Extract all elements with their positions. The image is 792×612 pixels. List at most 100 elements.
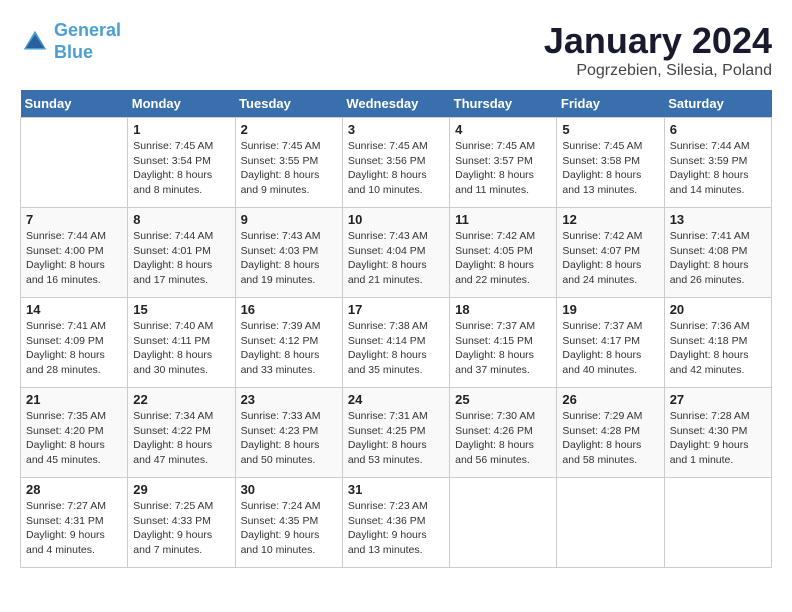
day-number: 29 (133, 482, 229, 497)
day-cell: 19 Sunrise: 7:37 AMSunset: 4:17 PMDayligh… (557, 298, 664, 388)
week-row-5: 28Sunrise: 7:27 AMSunset: 4:31 PMDayligh… (21, 478, 772, 568)
day-number: 6 (670, 122, 766, 137)
day-cell: 13Sunrise: 7:41 AMSunset: 4:08 PMDayligh… (664, 208, 771, 298)
day-cell: 23Sunrise: 7:33 AMSunset: 4:23 PMDayligh… (235, 388, 342, 478)
day-number: 9 (241, 212, 337, 227)
day-info: Sunrise: 7:44 AMSunset: 3:59 PMDaylight:… (670, 139, 766, 198)
day-info: Sunrise: 7:42 AMSunset: 4:07 PMDaylight:… (562, 229, 658, 288)
day-cell: 22 Sunrise: 7:34 AMSunset: 4:22 PMDayligh… (128, 388, 235, 478)
day-number: 4 (455, 122, 551, 137)
day-cell: 16 Sunrise: 7:39 AMSunset: 4:12 PMDayligh… (235, 298, 342, 388)
day-cell: 31 Sunrise: 7:23 AMSunset: 4:36 PMDayligh… (342, 478, 449, 568)
day-number: 21 (26, 392, 122, 407)
day-cell: 28Sunrise: 7:27 AMSunset: 4:31 PMDayligh… (21, 478, 128, 568)
day-info: Sunrise: 7:38 AMSunset: 4:14 PMDaylight:… (348, 319, 444, 378)
day-number: 30 (241, 482, 337, 497)
day-info: Sunrise: 7:29 AMSunset: 4:28 PMDaylight:… (562, 409, 658, 468)
page-title: January 2024 (544, 20, 772, 62)
day-cell: 6 Sunrise: 7:44 AMSunset: 3:59 PMDaylight… (664, 118, 771, 208)
day-cell: 2 Sunrise: 7:45 AMSunset: 3:55 PMDaylight… (235, 118, 342, 208)
day-cell: 25Sunrise: 7:30 AMSunset: 4:26 PMDayligh… (450, 388, 557, 478)
day-number: 24 (348, 392, 444, 407)
day-info: Sunrise: 7:39 AMSunset: 4:12 PMDaylight:… (241, 319, 337, 378)
day-number: 22 (133, 392, 229, 407)
day-cell (664, 478, 771, 568)
page-subtitle: Pogrzebien, Silesia, Poland (544, 62, 772, 80)
day-cell: 29 Sunrise: 7:25 AMSunset: 4:33 PMDayligh… (128, 478, 235, 568)
day-cell: 11Sunrise: 7:42 AMSunset: 4:05 PMDayligh… (450, 208, 557, 298)
day-info: Sunrise: 7:45 AMSunset: 3:54 PMDaylight:… (133, 139, 229, 198)
header-cell-tuesday: Tuesday (235, 90, 342, 118)
day-info: Sunrise: 7:23 AMSunset: 4:36 PMDaylight:… (348, 499, 444, 558)
day-number: 17 (348, 302, 444, 317)
day-number: 14 (26, 302, 122, 317)
logo-line1: General (54, 20, 121, 40)
logo-text: General Blue (54, 20, 121, 63)
day-number: 15 (133, 302, 229, 317)
day-cell: 3Sunrise: 7:45 AMSunset: 3:56 PMDaylight… (342, 118, 449, 208)
week-row-3: 14 Sunrise: 7:41 AMSunset: 4:09 PMDayligh… (21, 298, 772, 388)
day-info: Sunrise: 7:28 AMSunset: 4:30 PMDaylight:… (670, 409, 766, 468)
header-cell-wednesday: Wednesday (342, 90, 449, 118)
week-row-1: 1 Sunrise: 7:45 AMSunset: 3:54 PMDaylight… (21, 118, 772, 208)
day-cell: 30 Sunrise: 7:24 AMSunset: 4:35 PMDayligh… (235, 478, 342, 568)
day-number: 18 (455, 302, 551, 317)
day-number: 5 (562, 122, 658, 137)
header-cell-saturday: Saturday (664, 90, 771, 118)
day-cell: 27 Sunrise: 7:28 AMSunset: 4:30 PMDayligh… (664, 388, 771, 478)
day-info: Sunrise: 7:45 AMSunset: 3:58 PMDaylight:… (562, 139, 658, 198)
day-number: 16 (241, 302, 337, 317)
calendar-table: SundayMondayTuesdayWednesdayThursdayFrid… (20, 90, 772, 568)
day-cell: 5 Sunrise: 7:45 AMSunset: 3:58 PMDaylight… (557, 118, 664, 208)
header-row: SundayMondayTuesdayWednesdayThursdayFrid… (21, 90, 772, 118)
calendar-header: SundayMondayTuesdayWednesdayThursdayFrid… (21, 90, 772, 118)
day-info: Sunrise: 7:42 AMSunset: 4:05 PMDaylight:… (455, 229, 551, 288)
day-cell: 7Sunrise: 7:44 AMSunset: 4:00 PMDaylight… (21, 208, 128, 298)
day-info: Sunrise: 7:37 AMSunset: 4:17 PMDaylight:… (562, 319, 658, 378)
day-number: 31 (348, 482, 444, 497)
day-info: Sunrise: 7:24 AMSunset: 4:35 PMDaylight:… (241, 499, 337, 558)
day-info: Sunrise: 7:43 AMSunset: 4:04 PMDaylight:… (348, 229, 444, 288)
day-number: 23 (241, 392, 337, 407)
day-cell: 15 Sunrise: 7:40 AMSunset: 4:11 PMDayligh… (128, 298, 235, 388)
day-cell: 8 Sunrise: 7:44 AMSunset: 4:01 PMDaylight… (128, 208, 235, 298)
day-cell (557, 478, 664, 568)
day-cell: 26Sunrise: 7:29 AMSunset: 4:28 PMDayligh… (557, 388, 664, 478)
day-cell: 24 Sunrise: 7:31 AMSunset: 4:25 PMDayligh… (342, 388, 449, 478)
header-cell-monday: Monday (128, 90, 235, 118)
day-info: Sunrise: 7:36 AMSunset: 4:18 PMDaylight:… (670, 319, 766, 378)
calendar-body: 1 Sunrise: 7:45 AMSunset: 3:54 PMDaylight… (21, 118, 772, 568)
day-info: Sunrise: 7:41 AMSunset: 4:09 PMDaylight:… (26, 319, 122, 378)
week-row-2: 7Sunrise: 7:44 AMSunset: 4:00 PMDaylight… (21, 208, 772, 298)
day-info: Sunrise: 7:27 AMSunset: 4:31 PMDaylight:… (26, 499, 122, 558)
week-row-4: 21Sunrise: 7:35 AMSunset: 4:20 PMDayligh… (21, 388, 772, 478)
day-number: 20 (670, 302, 766, 317)
title-area: January 2024 Pogrzebien, Silesia, Poland (544, 20, 772, 80)
day-number: 19 (562, 302, 658, 317)
day-number: 1 (133, 122, 229, 137)
day-number: 27 (670, 392, 766, 407)
day-number: 2 (241, 122, 337, 137)
logo-line2: Blue (54, 42, 93, 62)
day-info: Sunrise: 7:25 AMSunset: 4:33 PMDaylight:… (133, 499, 229, 558)
day-info: Sunrise: 7:34 AMSunset: 4:22 PMDaylight:… (133, 409, 229, 468)
day-cell: 21Sunrise: 7:35 AMSunset: 4:20 PMDayligh… (21, 388, 128, 478)
day-info: Sunrise: 7:31 AMSunset: 4:25 PMDaylight:… (348, 409, 444, 468)
day-info: Sunrise: 7:44 AMSunset: 4:01 PMDaylight:… (133, 229, 229, 288)
day-info: Sunrise: 7:40 AMSunset: 4:11 PMDaylight:… (133, 319, 229, 378)
day-number: 13 (670, 212, 766, 227)
header-cell-thursday: Thursday (450, 90, 557, 118)
day-info: Sunrise: 7:30 AMSunset: 4:26 PMDaylight:… (455, 409, 551, 468)
day-cell: 12Sunrise: 7:42 AMSunset: 4:07 PMDayligh… (557, 208, 664, 298)
day-cell: 17 Sunrise: 7:38 AMSunset: 4:14 PMDayligh… (342, 298, 449, 388)
day-cell: 14 Sunrise: 7:41 AMSunset: 4:09 PMDayligh… (21, 298, 128, 388)
day-number: 7 (26, 212, 122, 227)
day-number: 8 (133, 212, 229, 227)
day-info: Sunrise: 7:45 AMSunset: 3:55 PMDaylight:… (241, 139, 337, 198)
header-cell-sunday: Sunday (21, 90, 128, 118)
day-info: Sunrise: 7:45 AMSunset: 3:57 PMDaylight:… (455, 139, 551, 198)
day-cell: 20 Sunrise: 7:36 AMSunset: 4:18 PMDayligh… (664, 298, 771, 388)
day-cell (21, 118, 128, 208)
day-info: Sunrise: 7:45 AMSunset: 3:56 PMDaylight:… (348, 139, 444, 198)
day-cell: 1 Sunrise: 7:45 AMSunset: 3:54 PMDaylight… (128, 118, 235, 208)
